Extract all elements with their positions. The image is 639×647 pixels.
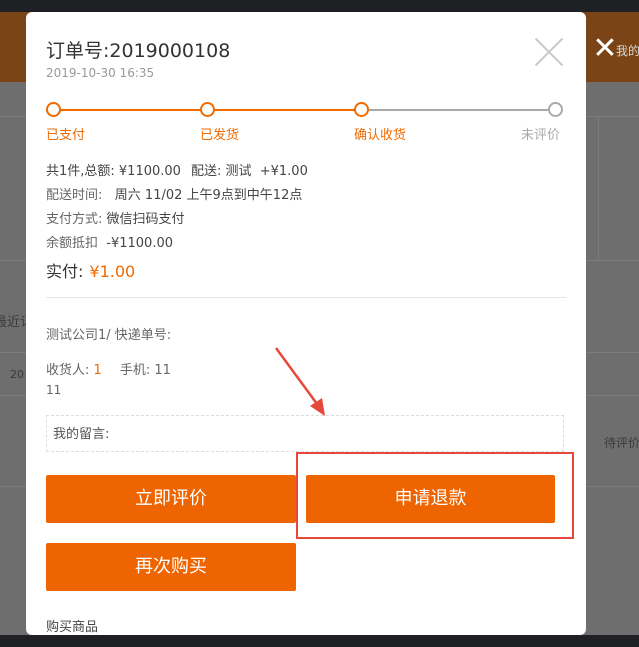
background-status: 待评价 [604, 436, 639, 450]
progress-segment-done [60, 109, 218, 111]
section-divider [46, 297, 566, 298]
step-label-review: 未评价 [521, 128, 561, 143]
payment-method-row: 支付方式: 微信扫码支付 [46, 208, 185, 227]
shipping-fee: +¥1.00 [259, 164, 308, 179]
delivery-time-row: 配送时间: 周六 11/02 上午9点到中午12点 [46, 184, 302, 203]
receiver-label: 收货人: [46, 363, 90, 378]
review-button[interactable]: 立即评价 [46, 475, 296, 523]
background-divider [598, 116, 599, 260]
shipping-method: 配送: 测试 [190, 164, 252, 179]
phone-value: 11 [154, 363, 171, 378]
order-date: 2019-10-30 16:35 [46, 66, 155, 80]
background-top-bar [0, 0, 639, 12]
receiver-name: 1 [93, 363, 102, 378]
step-label-received: 确认收货 [354, 128, 407, 143]
close-icon[interactable] [531, 34, 567, 70]
step-label-paid: 已支付 [46, 128, 86, 143]
balance-deduct-label: 余额抵扣 [46, 236, 99, 251]
paid-value: ¥1.00 [89, 262, 136, 281]
order-number: 订单号:2019000108 [46, 40, 231, 62]
payment-method-label: 支付方式: [46, 212, 103, 227]
order-summary: 共1件,总额: ¥1100.00 配送: 测试 +¥1.00 [46, 160, 308, 179]
step-label-shipped: 已发货 [200, 128, 240, 143]
step-dot-shipped [200, 102, 215, 117]
progress-segment-pending [368, 109, 548, 111]
receiver-row: 收货人: 1 手机: 11 [46, 359, 171, 378]
courier-info: 测试公司1/ 快递单号: [46, 328, 172, 343]
payment-method-value: 微信扫码支付 [106, 212, 185, 227]
background-header-text: 我的 [616, 44, 639, 58]
purchased-items-title: 购买商品 [46, 620, 99, 635]
step-dot-review [548, 102, 563, 117]
progress-segment-done [214, 109, 372, 111]
message-label: 我的留言: [53, 427, 110, 442]
order-detail-modal: 订单号:2019000108 2019-10-30 16:35 已支付 已发货 … [26, 12, 586, 635]
delivery-time-label: 配送时间: [46, 188, 103, 203]
paid-label: 实付: [46, 262, 84, 281]
annotation-highlight [296, 452, 574, 539]
delivery-time-value: 周六 11/02 上午9点到中午12点 [114, 188, 303, 203]
background-bottom-bar [0, 635, 639, 647]
order-total: 共1件,总额: ¥1100.00 [46, 164, 181, 179]
balance-deduct-value: -¥1100.00 [106, 236, 174, 251]
step-dot-received [354, 102, 369, 117]
phone-value-continued: 11 [46, 383, 62, 397]
annotation-arrow-icon [274, 347, 325, 416]
rebuy-button[interactable]: 再次购买 [46, 543, 296, 591]
background-label: 20 [10, 368, 24, 381]
phone-label: 手机: [119, 363, 151, 378]
balance-deduct-row: 余额抵扣 -¥1100.00 [46, 232, 173, 251]
step-dot-paid [46, 102, 61, 117]
paid-amount-row: 实付: ¥1.00 [46, 258, 135, 282]
